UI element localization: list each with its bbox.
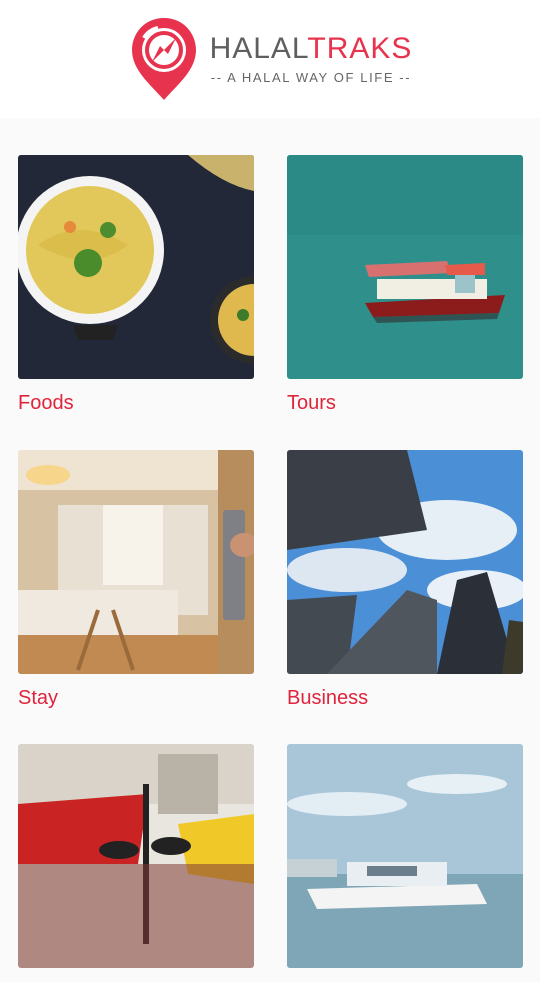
category-label-tours[interactable]: Tours: [287, 393, 523, 413]
brand-wordmark: HALALTRAKS -- A HALAL WAY OF LIFE --: [209, 31, 413, 85]
category-tile-stay[interactable]: Stay: [18, 450, 254, 708]
category-label-stay[interactable]: Stay: [18, 688, 254, 708]
category-label-foods[interactable]: Foods: [18, 393, 254, 413]
brand-tagline: -- A HALAL WAY OF LIFE --: [210, 69, 412, 85]
hotel-room-photo[interactable]: [18, 450, 254, 674]
brand-name-part2: TRAKS: [307, 31, 413, 65]
noodle-soup-photo[interactable]: [18, 155, 254, 379]
category-tile-tours[interactable]: Tours: [287, 155, 523, 413]
category-tile-foods[interactable]: Foods: [18, 155, 254, 413]
category-grid: Foods Tours Stay Business: [0, 118, 540, 968]
category-label-business[interactable]: Business: [287, 688, 523, 708]
skyscrapers-photo[interactable]: [287, 450, 523, 674]
street-cafe-umbrellas-photo[interactable]: [18, 744, 254, 968]
brand-name: HALALTRAKS: [209, 31, 413, 65]
brand-name-part1: HALAL: [209, 31, 308, 65]
category-tile-yacht-harbor[interactable]: [287, 744, 523, 982]
category-tile-street-cafe[interactable]: [18, 744, 254, 982]
compass-pin-logo-icon: [131, 18, 196, 100]
category-tile-business[interactable]: Business: [287, 450, 523, 708]
yacht-harbor-photo[interactable]: [287, 744, 523, 968]
boat-on-sea-photo[interactable]: [287, 155, 523, 379]
app-header: HALALTRAKS -- A HALAL WAY OF LIFE --: [0, 0, 540, 118]
